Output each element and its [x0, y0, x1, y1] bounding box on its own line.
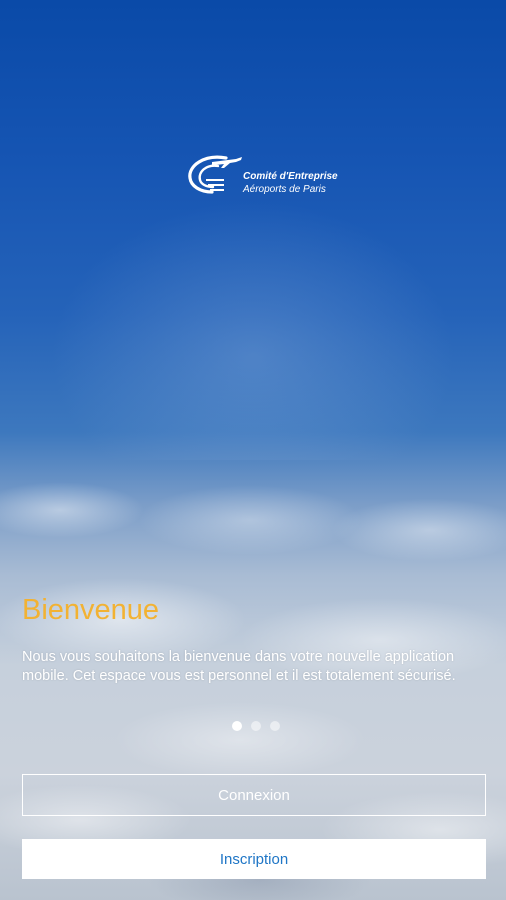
logo-line-2: Aéroports de Paris [243, 184, 326, 195]
page-dot-3[interactable] [270, 721, 280, 731]
sky-haze [50, 200, 456, 460]
ce-adp-logo: Comité d'Entreprise Aéroports de Paris [186, 152, 338, 204]
welcome-block: Bienvenue Nous vous souhaitons la bienve… [22, 590, 484, 686]
logo-line-1: Comité d'Entreprise [243, 171, 338, 182]
welcome-screen: Comité d'Entreprise Aéroports de Paris B… [0, 0, 506, 900]
inscription-button[interactable]: Inscription [22, 839, 486, 879]
connexion-button[interactable]: Connexion [22, 774, 486, 816]
page-dot-2[interactable] [251, 721, 261, 731]
welcome-title: Bienvenue [22, 594, 160, 626]
logo-wordmark: Comité d'Entreprise Aéroports de Paris [243, 170, 338, 196]
airplane-logo-icon [188, 155, 242, 194]
page-dot-1[interactable] [232, 721, 242, 731]
welcome-description: Nous vous souhaitons la bienvenue dans v… [22, 649, 456, 684]
page-indicator [232, 721, 280, 731]
